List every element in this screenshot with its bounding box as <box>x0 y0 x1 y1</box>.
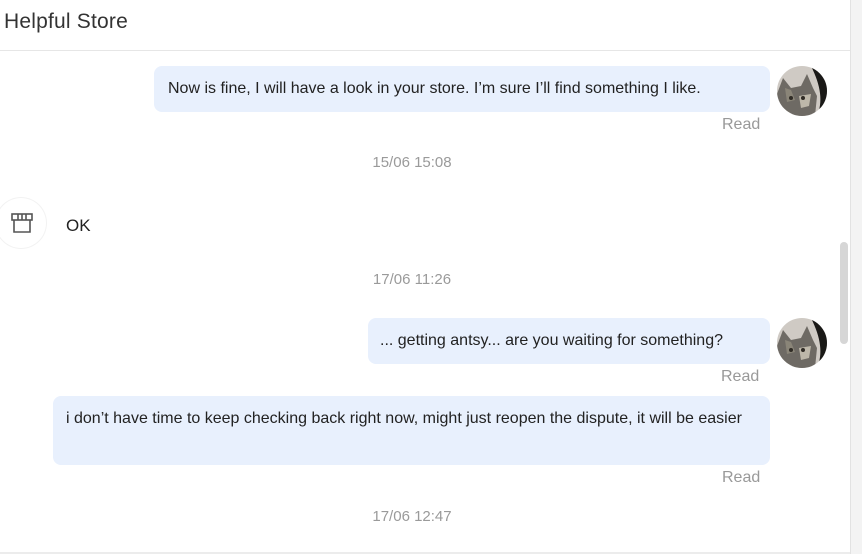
message-bubble-outgoing: ... getting antsy... are you waiting for… <box>368 318 770 364</box>
timestamp: 17/06 12:47 <box>372 508 452 525</box>
read-receipt: Read <box>722 116 761 133</box>
message-text: ... getting antsy... are you waiting for… <box>380 332 723 349</box>
message-bubble-outgoing: i don’t have time to keep checking back … <box>53 396 770 465</box>
message-text: i don’t have time to keep checking back … <box>66 410 742 427</box>
cat-avatar-icon[interactable] <box>777 318 827 368</box>
cat-avatar-icon[interactable] <box>777 66 827 116</box>
read-receipt: Read <box>722 469 761 486</box>
read-receipt: Read <box>721 368 760 385</box>
message-text-incoming: OK <box>66 216 91 235</box>
chat-header: Helpful Store <box>0 0 850 51</box>
timestamp: 17/06 11:26 <box>372 271 452 288</box>
scrollbar-thumb[interactable] <box>840 242 848 344</box>
message-bubble-outgoing: Now is fine, I will have a look in your … <box>154 66 770 112</box>
message-text: Now is fine, I will have a look in your … <box>168 80 701 97</box>
store-awning-icon <box>0 198 46 248</box>
store-name-title: Helpful Store <box>4 10 128 33</box>
scrollbar-track[interactable] <box>850 0 862 554</box>
timestamp: 15/06 15:08 <box>372 154 452 171</box>
